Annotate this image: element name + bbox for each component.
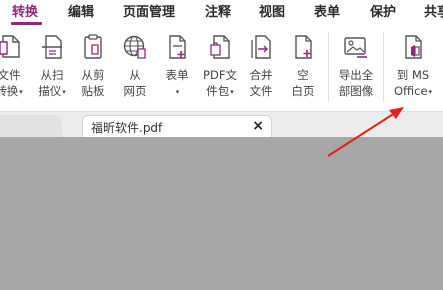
blank-page-label-1: 空	[297, 68, 309, 82]
tab-comment[interactable]: 注释	[205, 5, 231, 21]
form-icon	[169, 35, 186, 59]
pdf-package-icon	[210, 35, 230, 59]
menu-bar: 转换 编辑 页面管理 注释 视图 表单 保护 共享	[0, 0, 443, 26]
ribbon-separator	[328, 32, 329, 102]
blank-page-button[interactable]: 空 白页	[283, 30, 323, 108]
tab-protect[interactable]: 保护	[370, 5, 396, 21]
active-tab-indicator	[11, 22, 42, 25]
chevron-down-icon: ▾	[175, 88, 180, 96]
merge-files-button[interactable]: 合并 文件	[241, 30, 281, 108]
export-all-images-button[interactable]: 导出全 部图像	[336, 30, 376, 108]
tab-view[interactable]: 视图	[259, 5, 285, 21]
tab-form[interactable]: 表单	[314, 5, 340, 21]
close-icon[interactable]: ×	[252, 118, 264, 134]
ribbon-separator	[383, 32, 384, 102]
file-convert-icon	[0, 35, 20, 58]
file-convert-button[interactable]: 文件 转换▾	[0, 30, 29, 108]
scanner-icon	[42, 35, 62, 59]
pdf-package-label-2: 件包	[206, 84, 230, 98]
export-images-icon	[344, 37, 367, 58]
document-tab[interactable]: 福昕软件.pdf ×	[82, 115, 272, 138]
tab-page-management[interactable]: 页面管理	[123, 5, 175, 21]
to-office-icon	[405, 35, 422, 59]
merge-files-icon	[251, 35, 271, 59]
from-scanner-label-2: 描仪	[38, 84, 62, 98]
clipboard-icon	[84, 34, 102, 59]
to-ms-office-label-1: 到 MS	[396, 68, 430, 82]
form-button[interactable]: 表单 ▾	[157, 30, 197, 108]
blank-page-label-2: 白页	[291, 84, 315, 98]
file-convert-label-2: 转换	[0, 84, 19, 98]
ribbon-toolbar: 文件 转换▾ 从扫 描仪▾ 从剪 贴板 从 网页 表单 ▾ PDF文 件包▾ 合…	[0, 26, 443, 111]
globe-icon	[123, 35, 146, 59]
document-tab-strip: 福昕软件.pdf ×	[0, 111, 443, 138]
chevron-down-icon: ▾	[62, 88, 66, 96]
from-clipboard-button[interactable]: 从剪 贴板	[73, 30, 113, 108]
to-ms-office-label-2: Office	[393, 84, 428, 98]
blank-page-icon	[295, 35, 312, 59]
document-tab-label: 福昕软件.pdf	[91, 121, 163, 135]
chevron-down-icon: ▾	[19, 88, 23, 96]
document-workspace[interactable]	[0, 137, 443, 290]
from-webpage-button[interactable]: 从 网页	[115, 30, 155, 108]
from-scanner-button[interactable]: 从扫 描仪▾	[32, 30, 72, 108]
chevron-down-icon: ▾	[230, 88, 234, 96]
to-ms-office-button[interactable]: 到 MS Office▾	[393, 30, 433, 108]
tab-share[interactable]: 共享	[424, 5, 443, 21]
chevron-down-icon: ▾	[428, 88, 433, 96]
export-all-images-label-2: 部图像	[338, 84, 374, 98]
tab-convert[interactable]: 转换	[12, 5, 38, 21]
pdf-package-button[interactable]: PDF文 件包▾	[200, 30, 240, 108]
tab-edit[interactable]: 编辑	[68, 5, 94, 21]
export-all-images-label-1: 导出全	[338, 68, 374, 82]
document-tab-stub[interactable]	[0, 115, 62, 138]
